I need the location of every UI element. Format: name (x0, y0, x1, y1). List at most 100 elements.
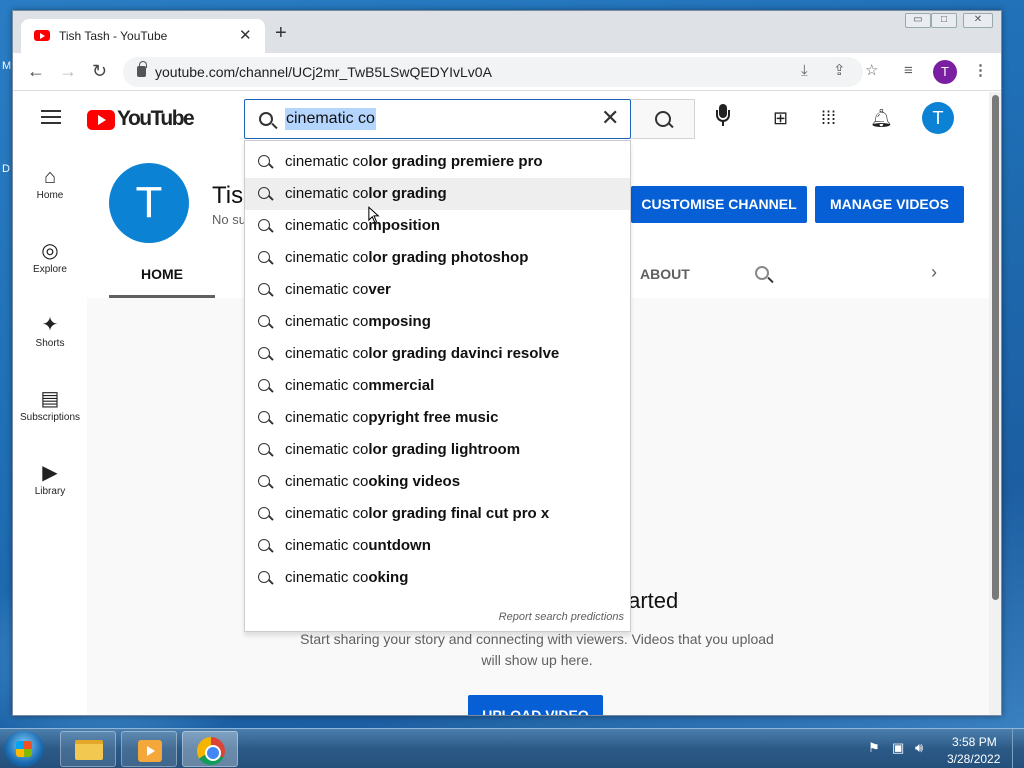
scrollbar-thumb[interactable] (992, 95, 999, 600)
minimize-button[interactable]: ▭ (905, 13, 931, 28)
suggestion-completion: untdown (368, 537, 431, 554)
back-arrow-icon[interactable]: ← (27, 61, 45, 81)
tab-close-icon[interactable]: ✕ (239, 26, 252, 44)
subscriptions-icon: ▤ (40, 388, 60, 410)
suggestion-item[interactable]: cinematic cooking (245, 562, 630, 594)
search-input[interactable]: cinematic co (285, 108, 376, 130)
customise-channel-button[interactable]: CUSTOMISE CHANNEL (631, 186, 807, 223)
suggestion-item[interactable]: cinematic composition (245, 210, 630, 242)
search-box[interactable]: cinematic co ✕ (244, 99, 631, 139)
network-icon[interactable]: ▣ (892, 741, 904, 755)
suggestion-prefix: cinematic co (285, 441, 369, 458)
share-icon[interactable]: ⇪ (833, 62, 846, 80)
youtube-logo-icon[interactable] (87, 110, 115, 130)
suggestion-prefix: cinematic co (285, 345, 369, 362)
taskbar-chrome[interactable] (182, 731, 238, 767)
manage-videos-button[interactable]: MANAGE VIDEOS (815, 186, 964, 223)
suggestion-completion: lor grading lightroom (368, 441, 521, 458)
page-scrollbar[interactable] (989, 92, 1001, 715)
search-icon (258, 507, 270, 519)
sidebar-item-explore[interactable]: ◎ Explore (13, 234, 87, 294)
browser-tab[interactable]: Tish Tash - YouTube ✕ (21, 19, 265, 53)
desktop-edge-text: M (2, 60, 12, 72)
flag-icon[interactable]: ⚑ (868, 741, 880, 755)
account-avatar[interactable]: T (922, 102, 954, 134)
tab-title: Tish Tash - YouTube (59, 29, 168, 43)
clear-search-icon[interactable]: ✕ (601, 106, 619, 130)
search-suggestions-dropdown: cinematic color grading premiere pro cin… (244, 140, 631, 632)
search-icon (258, 155, 270, 167)
notifications-bell-icon[interactable]: 🔔︎ (870, 108, 893, 128)
install-icon[interactable]: ⤓ (801, 62, 808, 80)
suggestion-item[interactable]: cinematic color grading photoshop (245, 242, 630, 274)
upload-video-button[interactable]: UPLOAD VIDEO (468, 695, 603, 715)
sidebar-item-home[interactable]: ⌂ Home (13, 160, 87, 220)
clock-time[interactable]: 3:58 PM (952, 735, 997, 749)
suggestion-item[interactable]: cinematic composing (245, 306, 630, 338)
address-bar[interactable]: youtube.com/channel/UCj2mr_TwB5LSwQEDYIv… (123, 57, 863, 87)
menu-dots-icon[interactable]: ⋮ (973, 62, 988, 80)
search-icon (258, 219, 270, 231)
hamburger-menu-icon[interactable] (41, 110, 61, 124)
address-url[interactable]: youtube.com/channel/UCj2mr_TwB5LSwQEDYIv… (155, 64, 492, 80)
suggestion-item[interactable]: cinematic color grading (245, 178, 630, 210)
search-icon (258, 315, 270, 327)
suggestion-item[interactable]: cinematic commercial (245, 370, 630, 402)
search-button[interactable] (631, 99, 695, 139)
suggestion-completion: oking (368, 569, 409, 586)
empty-state-text: Start sharing your story and connecting … (300, 631, 774, 668)
forward-arrow-icon[interactable]: → (59, 61, 77, 81)
voice-search-icon[interactable] (715, 102, 731, 130)
volume-icon[interactable]: 🔊︎ (915, 741, 923, 755)
new-tab-button[interactable]: + (275, 23, 287, 43)
taskbar-media-player[interactable] (121, 731, 177, 767)
restore-button[interactable]: □ (931, 13, 957, 28)
suggestion-prefix: cinematic co (285, 153, 369, 170)
channel-search-icon[interactable] (755, 266, 769, 280)
suggestion-item[interactable]: cinematic countdown (245, 530, 630, 562)
bookmark-star-icon[interactable]: ☆ (865, 62, 878, 80)
windows-logo-icon (16, 741, 32, 757)
suggestion-prefix: cinematic co (285, 473, 369, 490)
create-video-icon[interactable]: ⊞ (773, 108, 788, 128)
suggestion-item[interactable]: cinematic cooking videos (245, 466, 630, 498)
report-predictions-link[interactable]: Report search predictions (499, 611, 624, 623)
profile-avatar[interactable]: T (933, 60, 957, 84)
mouse-cursor-icon (368, 206, 380, 224)
reload-icon[interactable]: ↻ (92, 61, 107, 81)
tab-home[interactable]: HOME (109, 250, 215, 298)
chevron-right-icon[interactable]: › (931, 262, 937, 283)
close-window-button[interactable]: ✕ (963, 13, 993, 28)
suggestion-completion: ver (368, 281, 391, 298)
suggestion-prefix: cinematic co (285, 505, 369, 522)
channel-name: Tis (212, 182, 244, 209)
start-button[interactable] (4, 731, 44, 767)
suggestion-completion: pyright free music (368, 409, 499, 426)
sidebar-item-shorts[interactable]: ✦ Shorts (13, 308, 87, 368)
suggestion-item[interactable]: cinematic copyright free music (245, 402, 630, 434)
taskbar-explorer[interactable] (60, 731, 116, 767)
suggestion-prefix: cinematic co (285, 217, 369, 234)
youtube-logo-text[interactable]: YouTube (117, 107, 195, 131)
sidebar-item-library[interactable]: ▶ Library (13, 456, 87, 516)
sidebar-item-subscriptions[interactable]: ▤ Subscriptions (13, 382, 87, 442)
suggestion-item[interactable]: cinematic color grading lightroom (245, 434, 630, 466)
search-icon (258, 187, 270, 199)
sidebar-item-label: Subscriptions (19, 412, 81, 423)
search-icon (258, 283, 270, 295)
suggestion-item[interactable]: cinematic color grading final cut pro x (245, 498, 630, 530)
media-queue-icon[interactable]: ≡ (904, 62, 913, 80)
suggestion-item[interactable]: cinematic cover (245, 274, 630, 306)
apps-grid-icon[interactable]: ⁞⁞⁞ (821, 108, 836, 128)
suggestion-completion: lor grading final cut pro x (368, 505, 550, 522)
folder-icon (75, 740, 103, 760)
suggestion-item[interactable]: cinematic color grading premiere pro (245, 146, 630, 178)
search-icon (258, 347, 270, 359)
media-player-icon (138, 740, 162, 762)
suggestion-item[interactable]: cinematic color grading davinci resolve (245, 338, 630, 370)
show-desktop-button[interactable] (1012, 729, 1024, 768)
tab-about[interactable]: ABOUT (640, 250, 690, 298)
shorts-icon: ✦ (41, 314, 59, 336)
clock-date[interactable]: 3/28/2022 (947, 752, 1000, 766)
search-icon (258, 443, 270, 455)
